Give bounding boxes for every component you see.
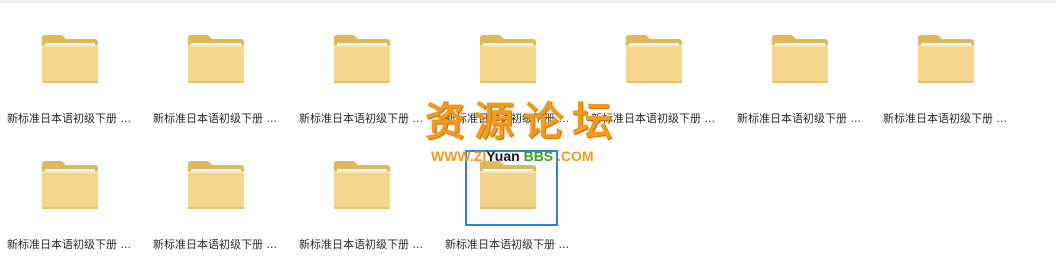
folder-name: 新标准日本语初级下册 ... xyxy=(299,238,423,251)
folder-name: 新标准日本语初级下册 ... xyxy=(445,238,569,251)
folder-item[interactable]: 新标准日本语初级下册 ... xyxy=(584,4,730,125)
toolbar-divider xyxy=(0,0,1056,3)
folder-item[interactable]: 新标准日本语初级下册 ... xyxy=(438,4,584,125)
watermark-url-suffix: .COM xyxy=(557,148,594,164)
folder-icon xyxy=(334,161,390,209)
folder-icon xyxy=(480,35,536,83)
watermark-text: 资源论坛 xyxy=(425,99,621,145)
folder-item[interactable]: 新标准日本语初级下册 ... xyxy=(292,134,438,251)
folder-item[interactable]: 新标准日本语初级下册 ... xyxy=(0,4,146,125)
folder-name: 新标准日本语初级下册 ... xyxy=(7,238,131,251)
folder-icon xyxy=(42,161,98,209)
watermark-logo: 资源论坛 WWW.ZIYuan BBS .COM xyxy=(425,98,635,170)
folder-item[interactable]: 新标准日本语初级下册 ... xyxy=(876,4,1022,125)
watermark-url-bbs: BBS xyxy=(523,148,554,164)
watermark-url: WWW.ZIYuan BBS .COM xyxy=(431,146,594,166)
folder-name: 新标准日本语初级下册 ... xyxy=(883,112,1007,125)
folder-icon xyxy=(772,35,828,83)
folder-icon xyxy=(188,35,244,83)
watermark-url-yuan: Yuan xyxy=(486,148,520,164)
folder-icon xyxy=(42,35,98,83)
folder-name: 新标准日本语初级下册 ... xyxy=(153,238,277,251)
watermark-url-zi: ZI xyxy=(473,148,487,164)
folder-name: 新标准日本语初级下册 ... xyxy=(7,112,131,125)
folder-item[interactable]: 新标准日本语初级下册 ... xyxy=(730,4,876,125)
folder-name: 新标准日本语初级下册 ... xyxy=(737,112,861,125)
folder-icon xyxy=(626,35,682,83)
folder-item[interactable]: 新标准日本语初级下册 ... xyxy=(292,4,438,125)
folder-item[interactable]: 新标准日本语初级下册 ... xyxy=(0,134,146,251)
folder-icon xyxy=(918,35,974,83)
folder-icon xyxy=(188,161,244,209)
folder-icon xyxy=(334,35,390,83)
folder-item[interactable]: 新标准日本语初级下册 ... xyxy=(146,134,292,251)
folder-name: 新标准日本语初级下册 ... xyxy=(153,112,277,125)
folder-item[interactable]: 新标准日本语初级下册 ... xyxy=(146,4,292,125)
watermark-url-prefix: WWW. xyxy=(431,148,474,164)
folder-name: 新标准日本语初级下册 ... xyxy=(299,112,423,125)
